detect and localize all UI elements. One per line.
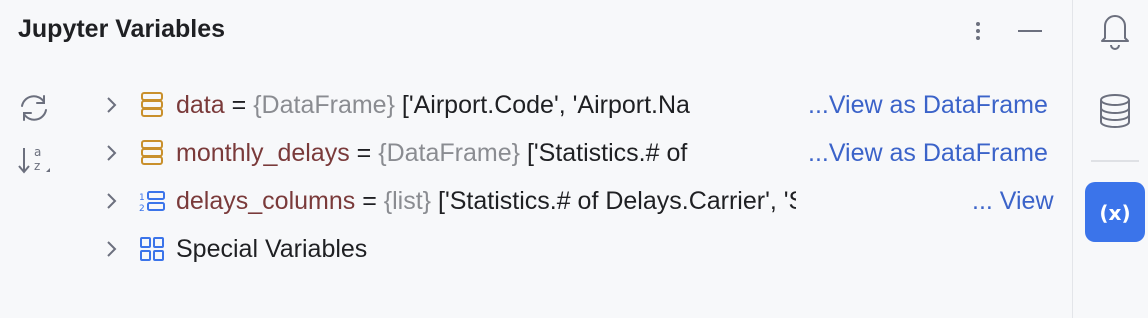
- variable-text: Special Variables: [176, 234, 367, 264]
- database-icon[interactable]: [1085, 82, 1145, 142]
- svg-text:1: 1: [139, 193, 145, 203]
- variable-row-special-variables[interactable]: Special Variables: [100, 226, 1070, 272]
- jupyter-variables-panel: Jupyter Variables a z data = {DataFrame}…: [0, 0, 1072, 318]
- variable-type: {DataFrame}: [253, 91, 395, 119]
- variable-text: data = {DataFrame} ['Airport.Code', 'Air…: [176, 90, 796, 120]
- variable-row-monthly-delays[interactable]: monthly_delays = {DataFrame} ['Statistic…: [100, 130, 1070, 176]
- variable-name: monthly_delays: [176, 139, 350, 167]
- right-tool-window-bar: (x): [1072, 0, 1148, 318]
- svg-text:a: a: [34, 145, 41, 159]
- variables-icon-label: (x): [1099, 201, 1130, 225]
- variable-value: ['Statistics.# of: [526, 139, 688, 167]
- toolbar-divider: [1091, 160, 1139, 162]
- special-variables-label: Special Variables: [176, 235, 368, 263]
- sort-alpha-icon[interactable]: a z: [14, 140, 54, 180]
- view-as-dataframe-link[interactable]: ...View as DataFrame: [808, 90, 1048, 120]
- minimize-icon[interactable]: [1014, 16, 1046, 46]
- panel-title: Jupyter Variables: [18, 15, 226, 43]
- dataframe-icon: [138, 90, 166, 120]
- chevron-right-icon[interactable]: [100, 234, 124, 264]
- svg-text:z: z: [34, 159, 40, 173]
- dataframe-icon: [138, 138, 166, 168]
- variable-text: delays_columns = {list} ['Statistics.# o…: [176, 186, 796, 216]
- special-variables-icon: [138, 234, 166, 264]
- chevron-right-icon[interactable]: [100, 138, 124, 168]
- notifications-icon[interactable]: [1085, 0, 1145, 60]
- variable-row-data[interactable]: data = {DataFrame} ['Airport.Code', 'Air…: [100, 82, 1070, 128]
- chevron-right-icon[interactable]: [100, 186, 124, 216]
- variable-value: ['Airport.Code', 'Airport.Na: [401, 91, 690, 119]
- list-icon: 1 2: [138, 186, 166, 216]
- variables-icon[interactable]: (x): [1085, 182, 1145, 242]
- more-options-icon[interactable]: [968, 16, 988, 46]
- view-link[interactable]: ... View: [972, 186, 1054, 216]
- variable-type: {list}: [383, 187, 432, 215]
- chevron-right-icon[interactable]: [100, 90, 124, 120]
- equals-sign: =: [362, 187, 377, 215]
- equals-sign: =: [356, 139, 372, 167]
- variable-value: ['Statistics.# of Delays.Carrier', 'Stat…: [438, 187, 796, 215]
- variable-row-delays-columns[interactable]: 1 2 delays_columns = {list} ['Statistics…: [100, 178, 1070, 224]
- refresh-icon[interactable]: [14, 88, 54, 128]
- variable-name: data: [176, 91, 225, 119]
- variable-name: delays_columns: [176, 187, 356, 215]
- variable-text: monthly_delays = {DataFrame} ['Statistic…: [176, 138, 796, 168]
- svg-text:2: 2: [139, 204, 145, 214]
- variable-type: {DataFrame}: [378, 139, 520, 167]
- equals-sign: =: [231, 91, 247, 119]
- view-as-dataframe-link[interactable]: ...View as DataFrame: [808, 138, 1048, 168]
